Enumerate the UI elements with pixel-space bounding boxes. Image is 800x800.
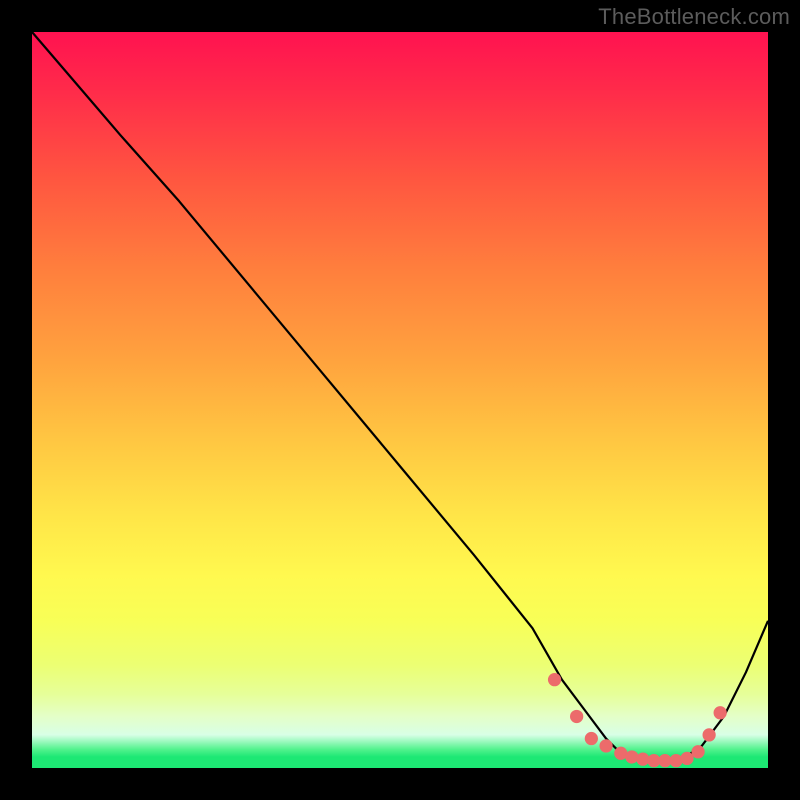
highlighted-points (548, 673, 727, 767)
data-point (669, 754, 682, 767)
data-point (714, 706, 727, 719)
data-point (548, 673, 561, 686)
chart-overlay (32, 32, 768, 768)
data-point (702, 728, 715, 741)
watermark-text: TheBottleneck.com (598, 4, 790, 30)
data-point (599, 739, 612, 752)
bottleneck-curve (32, 32, 768, 761)
data-point (570, 710, 583, 723)
data-point (691, 745, 704, 758)
data-point (680, 752, 693, 765)
data-point (625, 750, 638, 763)
data-point (585, 732, 598, 745)
chart-frame: TheBottleneck.com (0, 0, 800, 800)
